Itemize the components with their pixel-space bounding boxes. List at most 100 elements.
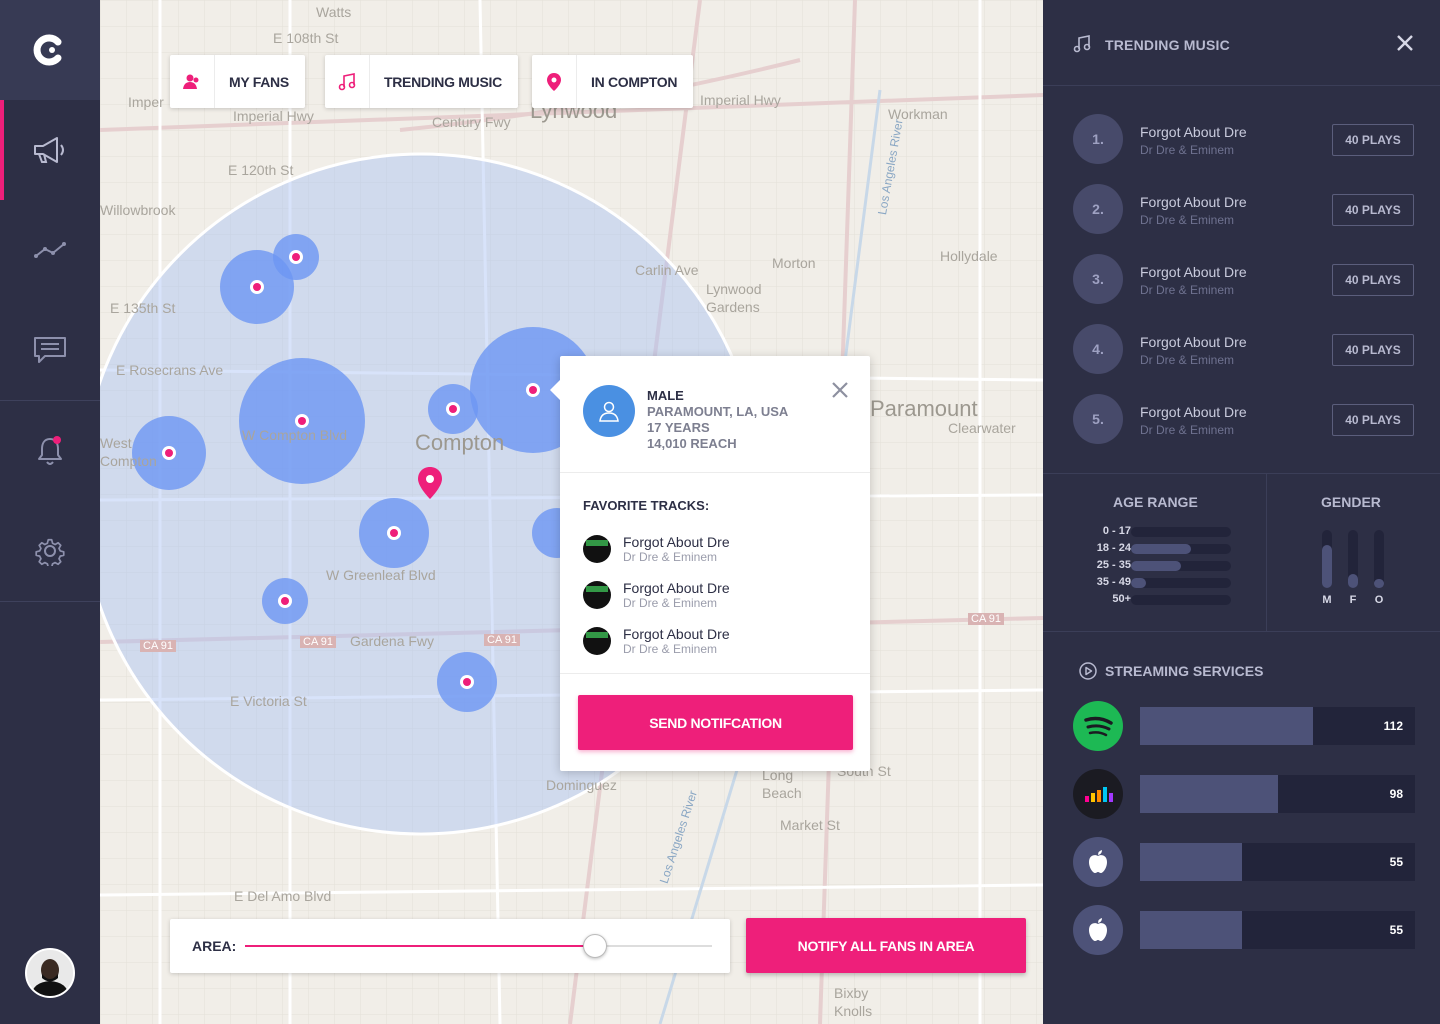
rank-badge: 1. <box>1073 114 1123 164</box>
trending-row[interactable]: 2. Forgot About Dre Dr Dre & Eminem 40 PLAY… <box>1043 184 1440 254</box>
age-row: 50+ <box>1083 593 1243 607</box>
map[interactable]: Watts E 108th St Imper Imperial Hwy Impe… <box>100 0 1043 1024</box>
map-label: CA 91 <box>140 640 176 652</box>
age-row: 35 - 49 <box>1083 576 1243 590</box>
plays-badge[interactable]: 40 PLAYS <box>1332 124 1414 156</box>
map-label: Dominguez <box>546 777 617 793</box>
my-fans-chip[interactable]: MY FANS <box>170 55 305 108</box>
gender-label: F <box>1349 594 1357 606</box>
app-logo[interactable] <box>0 0 100 100</box>
track-name: Forgot About Dre <box>1140 124 1247 140</box>
streaming-bar-fill <box>1140 911 1242 949</box>
streaming-row[interactable]: 112 <box>1073 701 1415 751</box>
album-art <box>583 581 611 609</box>
map-label: E Del Amo Blvd <box>234 888 332 904</box>
streaming-bar: 55 <box>1140 843 1415 881</box>
gender-bar <box>1348 530 1358 588</box>
nav-messages[interactable] <box>0 300 100 400</box>
streaming-title: STREAMING SERVICES <box>1105 663 1264 679</box>
age-label: 35 - 49 <box>1096 576 1131 588</box>
fan-avatar <box>583 385 635 437</box>
area-control: AREA: <box>170 919 730 973</box>
trending-row[interactable]: 4. Forgot About Dre Dr Dre & Eminem 40 PLAY… <box>1043 324 1440 394</box>
rank-badge: 3. <box>1073 254 1123 304</box>
apple-icon <box>1073 905 1123 955</box>
plays-badge[interactable]: 40 PLAYS <box>1332 404 1414 436</box>
map-label: Willowbrook <box>100 202 176 218</box>
list-item[interactable]: Forgot About Dre Dr Dre & Eminem <box>583 618 870 664</box>
album-art <box>583 535 611 563</box>
music-note-icon <box>338 72 356 90</box>
track-artist: Dr Dre & Eminem <box>1140 353 1235 367</box>
chat-icon <box>34 337 66 363</box>
trending-row[interactable]: 5. Forgot About Dre Dr Dre & Eminem 40 PLAY… <box>1043 394 1440 464</box>
nav-settings[interactable] <box>0 501 100 601</box>
streaming-row[interactable]: 98 <box>1073 769 1415 819</box>
rank-badge: 2. <box>1073 184 1123 234</box>
panel-title: TRENDING MUSIC <box>1105 37 1230 53</box>
age-row: 25 - 35 <box>1083 559 1243 573</box>
age-bar-fill <box>1131 561 1181 571</box>
trending-list: 1. Forgot About Dre Dr Dre & Eminem 40 PLAY… <box>1043 86 1440 474</box>
map-label: E Victoria St <box>230 693 307 709</box>
streaming-row[interactable]: 55 <box>1073 837 1415 887</box>
popup-header: MALE PARAMOUNT, LA, USA 17 YEARS 14,010 … <box>560 356 870 473</box>
close-icon[interactable] <box>1396 34 1414 52</box>
map-label: Imper <box>128 94 164 110</box>
rank-badge: 4. <box>1073 324 1123 374</box>
close-icon[interactable] <box>830 380 850 400</box>
map-label: Morton <box>772 255 816 271</box>
map-label: E 120th St <box>228 162 294 178</box>
trending-music-chip[interactable]: TRENDING MUSIC <box>325 55 518 108</box>
map-label: E Rosecrans Ave <box>116 362 224 378</box>
pin-icon-wrap <box>532 55 577 108</box>
trending-row[interactable]: 1. Forgot About Dre Dr Dre & Eminem 40 PLAY… <box>1043 114 1440 184</box>
nav-analytics[interactable] <box>0 200 100 300</box>
user-icon <box>599 401 619 422</box>
track-artist: Dr Dre & Eminem <box>623 596 718 610</box>
streaming-bar-fill <box>1140 843 1242 881</box>
slider-thumb[interactable] <box>583 934 608 958</box>
map-label: Market St <box>780 817 840 833</box>
plays-badge[interactable]: 40 PLAYS <box>1332 264 1414 296</box>
notify-all-fans-button[interactable]: NOTIFY ALL FANS IN AREA <box>746 918 1026 973</box>
send-notification-button[interactable]: SEND NOTIFCATION <box>578 695 853 750</box>
rank-badge: 5. <box>1073 394 1123 444</box>
plays-badge[interactable]: 40 PLAYS <box>1332 334 1414 366</box>
streaming-bar: 112 <box>1140 707 1415 745</box>
gender-bar <box>1374 530 1384 588</box>
map-label: Paramount <box>870 396 978 421</box>
nav-campaigns[interactable] <box>0 100 100 200</box>
streaming-value: 55 <box>1389 855 1403 869</box>
list-item[interactable]: Forgot About Dre Dr Dre & Eminem <box>583 526 870 572</box>
fan-location: PARAMOUNT, LA, USA <box>647 404 789 419</box>
fan-gender: MALE <box>647 388 684 403</box>
favorite-tracks: FAVORITE TRACKS: Forgot About Dre Dr Dre… <box>560 473 870 674</box>
divider <box>1266 474 1267 632</box>
gender-bar <box>1322 530 1332 588</box>
track-name: Forgot About Dre <box>623 626 730 642</box>
track-name: Forgot About Dre <box>1140 334 1247 350</box>
streaming-row[interactable]: 55 <box>1073 905 1415 955</box>
area-slider[interactable] <box>245 934 712 958</box>
gender-label: O <box>1374 594 1384 606</box>
age-bar <box>1131 578 1231 588</box>
map-label: W Compton Blvd <box>242 427 348 443</box>
map-label: E 108th St <box>273 30 339 46</box>
age-bar-fill <box>1131 544 1191 554</box>
album-art <box>583 627 611 655</box>
map-label: Compton <box>415 430 505 455</box>
map-label: West Compton <box>100 435 157 469</box>
location-chip[interactable]: IN COMPTON <box>532 55 694 108</box>
map-label: CA 91 <box>300 636 336 648</box>
gender-bar-fill <box>1322 544 1332 588</box>
nav-notifications[interactable] <box>0 401 100 501</box>
plays-badge[interactable]: 40 PLAYS <box>1332 194 1414 226</box>
gender-label: M <box>1322 594 1332 606</box>
user-avatar[interactable] <box>25 948 75 998</box>
streaming-bar-fill <box>1140 775 1278 813</box>
age-row: 18 - 24 <box>1083 542 1243 556</box>
streaming-value: 55 <box>1389 923 1403 937</box>
trending-row[interactable]: 3. Forgot About Dre Dr Dre & Eminem 40 PLAY… <box>1043 254 1440 324</box>
list-item[interactable]: Forgot About Dre Dr Dre & Eminem <box>583 572 870 618</box>
